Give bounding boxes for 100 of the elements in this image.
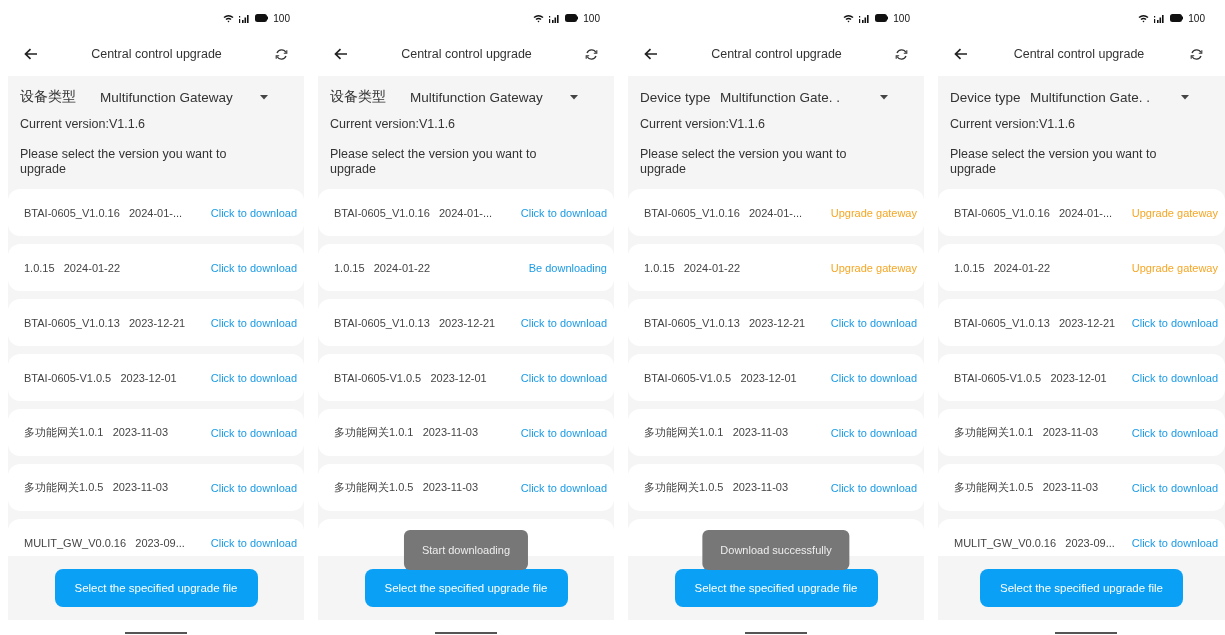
version-name: BTAI-0605_V1.0.13 2023-12-21 xyxy=(24,316,186,329)
device-type-dropdown[interactable]: Multifunction Gateway xyxy=(100,89,292,105)
version-name: MULIT_GW_V0.0.16 2023-09... xyxy=(24,536,185,549)
version-card[interactable]: BTAI-0605_V1.0.13 2023-12-21 Click to download xyxy=(938,299,1225,346)
back-arrow-icon[interactable] xyxy=(24,48,38,60)
device-type-dropdown[interactable]: Multifunction Gateway xyxy=(410,89,602,105)
version-card[interactable]: 多功能网关1.0.5 2023-11-03 Click to download xyxy=(628,464,924,511)
version-card[interactable]: 1.0.15 2024-01-22 Be downloading xyxy=(318,244,614,291)
version-card[interactable]: 多功能网关1.0.1 2023-11-03 Click to download xyxy=(318,409,614,456)
back-arrow-icon[interactable] xyxy=(644,48,658,60)
screen-title: Central control upgrade xyxy=(1013,47,1145,61)
version-card[interactable]: BTAI-0605_V1.0.13 2023-12-21 Click to download xyxy=(8,299,304,346)
wifi-icon xyxy=(533,13,545,23)
refresh-icon[interactable] xyxy=(1190,47,1203,61)
version-card[interactable]: MULIT_GW_V0.0.16 2023-09... Click to download xyxy=(938,519,1225,556)
version-name: BTAI-0605-V1.0.5 2023-12-01 xyxy=(954,371,1107,384)
current-version: Current version:V1.1.6 xyxy=(640,117,767,133)
version-card[interactable]: BTAI-0605-V1.0.5 2023-12-01 Click to download xyxy=(938,354,1225,401)
version-card[interactable]: BTAI-0605-V1.0.5 2023-12-01 Click to download xyxy=(628,354,924,401)
signal-icon xyxy=(549,13,561,23)
version-card[interactable]: BTAI-0605-V1.0.5 2023-12-01 Click to download xyxy=(318,354,614,401)
version-card[interactable]: 多功能网关1.0.1 2023-11-03 Click to download xyxy=(628,409,924,456)
screen-title: Central control upgrade xyxy=(91,47,222,61)
version-card[interactable]: 多功能网关1.0.1 2023-11-03 Click to download xyxy=(8,409,304,456)
signal-icon xyxy=(859,13,871,23)
device-type-label: Device type xyxy=(640,89,712,105)
version-name: BTAI-0605_V1.0.16 2024-01-... xyxy=(644,206,803,219)
version-name: BTAI-0605-V1.0.5 2023-12-01 xyxy=(644,371,797,384)
toast-message: Download successfully xyxy=(702,530,850,570)
battery-level: 100 xyxy=(273,12,290,24)
wifi-icon xyxy=(843,13,855,23)
version-card[interactable]: 多功能网关1.0.5 2023-11-03 Click to download xyxy=(938,464,1225,511)
version-card[interactable]: 多功能网关1.0.5 2023-11-03 Click to download xyxy=(318,464,614,511)
version-card[interactable]: BTAI-0605_V1.0.13 2023-12-21 Click to download xyxy=(628,299,924,346)
select-prompt: Please select the version you want to upgrade xyxy=(640,147,848,177)
version-card[interactable]: 多功能网关1.0.5 2023-11-03 Click to download xyxy=(8,464,304,511)
version-card[interactable]: BTAI-0605_V1.0.16 2024-01-... Upgrade gateway xyxy=(938,189,1225,236)
battery-icon xyxy=(255,14,269,22)
battery-level: 100 xyxy=(893,12,910,24)
signal-icon xyxy=(239,13,251,23)
wifi-icon xyxy=(223,13,235,23)
battery-level: 100 xyxy=(583,12,600,24)
version-card[interactable]: BTAI-0605_V1.0.13 2023-12-21 Click to download xyxy=(318,299,614,346)
device-type-dropdown[interactable]: Multifunction Gate. . xyxy=(720,89,912,105)
device-type-label: 设备类型 xyxy=(330,88,387,106)
version-name: 1.0.15 2024-01-22 xyxy=(334,261,431,274)
battery-icon xyxy=(875,14,889,22)
home-indicator xyxy=(435,632,497,634)
current-version: Current version:V1.1.6 xyxy=(330,117,457,133)
version-card[interactable]: MULIT_GW_V0.0.16 2023-09... Click to download xyxy=(8,519,304,556)
device-type-label: Device type xyxy=(950,89,1022,105)
home-indicator xyxy=(125,632,187,634)
version-name: BTAI-0605_V1.0.13 2023-12-21 xyxy=(334,316,496,329)
caret-icon xyxy=(260,94,268,100)
refresh-icon[interactable] xyxy=(585,47,598,61)
version-card[interactable]: BTAI-0605_V1.0.16 2024-01-... Click to download xyxy=(8,189,304,236)
device-type-label: 设备类型 xyxy=(20,88,77,106)
version-card[interactable]: BTAI-0605_V1.0.16 2024-01-... Upgrade gateway xyxy=(628,189,924,236)
version-card[interactable]: BTAI-0605_V1.0.16 2024-01-... Click to download xyxy=(318,189,614,236)
device-type-dropdown[interactable]: Multifunction Gate. . xyxy=(1030,89,1213,105)
version-name: 多功能网关1.0.5 2023-11-03 xyxy=(334,480,479,495)
back-arrow-icon[interactable] xyxy=(334,48,348,60)
caret-icon xyxy=(1181,94,1189,100)
version-name: BTAI-0605_V1.0.16 2024-01-... xyxy=(954,206,1113,219)
version-name: 多功能网关1.0.5 2023-11-03 xyxy=(644,480,789,495)
signal-icon xyxy=(1154,13,1166,23)
version-name: 多功能网关1.0.1 2023-11-03 xyxy=(24,425,169,440)
screen-title: Central control upgrade xyxy=(401,47,532,61)
wifi-icon xyxy=(1138,13,1150,23)
refresh-icon[interactable] xyxy=(275,47,288,61)
refresh-icon[interactable] xyxy=(895,47,908,61)
back-arrow-icon[interactable] xyxy=(954,48,968,60)
version-name: 多功能网关1.0.5 2023-11-03 xyxy=(24,480,169,495)
home-indicator xyxy=(1055,632,1117,634)
version-name: 多功能网关1.0.1 2023-11-03 xyxy=(644,425,789,440)
version-name: BTAI-0605_V1.0.13 2023-12-21 xyxy=(954,316,1116,329)
version-name: 多功能网关1.0.5 2023-11-03 xyxy=(954,480,1099,495)
version-name: BTAI-0605_V1.0.16 2024-01-... xyxy=(24,206,183,219)
battery-level: 100 xyxy=(1188,12,1205,24)
version-name: 1.0.15 2024-01-22 xyxy=(954,261,1051,274)
current-version: Current version:V1.1.6 xyxy=(20,117,147,133)
select-prompt: Please select the version you want to upgrade xyxy=(330,147,538,177)
version-card[interactable]: 1.0.15 2024-01-22 Upgrade gateway xyxy=(628,244,924,291)
version-card[interactable]: BTAI-0605-V1.0.5 2023-12-01 Click to download xyxy=(8,354,304,401)
version-name: MULIT_GW_V0.0.16 2023-09... xyxy=(954,536,1115,549)
version-name: BTAI-0605-V1.0.5 2023-12-01 xyxy=(334,371,487,384)
version-name: BTAI-0605-V1.0.5 2023-12-01 xyxy=(24,371,177,384)
version-card[interactable]: 1.0.15 2024-01-22 Click to download xyxy=(8,244,304,291)
select-prompt: Please select the version you want to upgrade xyxy=(20,147,228,177)
version-name: BTAI-0605_V1.0.16 2024-01-... xyxy=(334,206,493,219)
version-name: BTAI-0605_V1.0.13 2023-12-21 xyxy=(644,316,806,329)
version-name: 1.0.15 2024-01-22 xyxy=(644,261,741,274)
version-name: 多功能网关1.0.1 2023-11-03 xyxy=(334,425,479,440)
caret-icon xyxy=(880,94,888,100)
current-version: Current version:V1.1.6 xyxy=(950,117,1077,133)
version-card[interactable]: 多功能网关1.0.1 2023-11-03 Click to download xyxy=(938,409,1225,456)
select-prompt: Please select the version you want to upgrade xyxy=(950,147,1158,177)
toast-message: Start downloading xyxy=(403,530,529,570)
version-card[interactable]: 1.0.15 2024-01-22 Upgrade gateway xyxy=(938,244,1225,291)
battery-icon xyxy=(1170,14,1184,22)
